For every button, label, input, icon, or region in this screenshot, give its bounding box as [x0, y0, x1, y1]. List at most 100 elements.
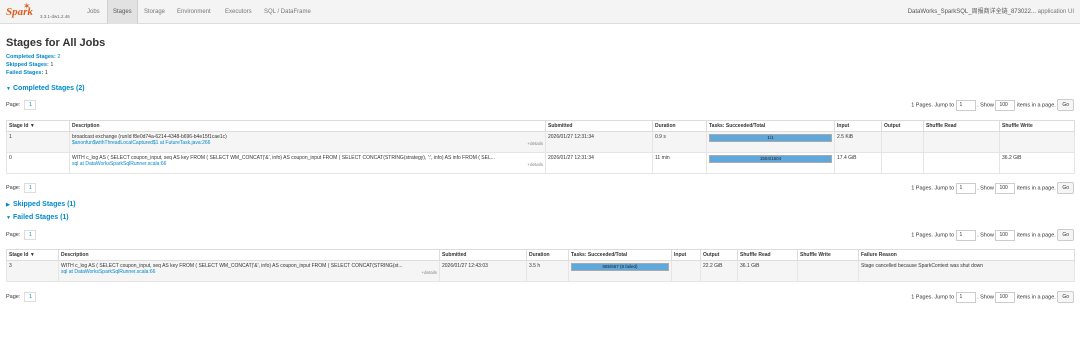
failure-reason: Stage cancelled because SparkContext was…: [858, 260, 1075, 282]
tab-environment[interactable]: Environment: [172, 0, 216, 24]
tasks-cell: 1/1: [706, 131, 835, 153]
col-shuffle-write[interactable]: Shuffle Write: [999, 120, 1075, 132]
stage-id: 1: [6, 131, 70, 153]
col-input[interactable]: Input: [834, 120, 882, 132]
col-description[interactable]: Description: [58, 249, 440, 261]
call-site-link[interactable]: sql at DataWorksSparkSqlRunner.scala:66: [61, 269, 437, 275]
tasks-progress-bar: 1504/1504: [709, 155, 832, 163]
shuffle-write: 36.2 GiB: [999, 152, 1075, 174]
submitted-time: 2026/01/27 12:43:03: [439, 260, 527, 282]
col-stage-id[interactable]: Stage Id ▼: [6, 249, 59, 261]
col-shuffle-read[interactable]: Shuffle Read: [923, 120, 1000, 132]
completed-pager-top-left: Page: 1: [6, 99, 37, 111]
show-label: . Show: [977, 185, 994, 192]
col-submitted[interactable]: Submitted: [545, 120, 653, 132]
col-failure-reason[interactable]: Failure Reason: [858, 249, 1075, 261]
page-size-input[interactable]: 100: [995, 291, 1016, 303]
col-output[interactable]: Output: [881, 120, 924, 132]
submitted-time: 2026/01/27 12:31:34: [545, 131, 653, 153]
col-tasks[interactable]: Tasks: Succeeded/Total: [706, 120, 835, 132]
failed-stages-link[interactable]: Failed Stages:: [6, 70, 43, 76]
page-label: Page:: [6, 232, 21, 238]
jump-to-input[interactable]: 1: [955, 229, 976, 241]
stage-id: 0: [6, 152, 70, 174]
completed-stages-toggle[interactable]: ▼ Completed Stages (2): [6, 85, 85, 92]
tab-stages[interactable]: Stages: [107, 0, 138, 24]
col-duration[interactable]: Duration: [652, 120, 707, 132]
col-description[interactable]: Description: [69, 120, 546, 132]
failed-pager-top-right: 1 Pages. Jump to 1 . Show 100 items in a…: [911, 229, 1074, 241]
page-number-button[interactable]: 1: [24, 182, 37, 193]
app-suffix: application UI: [1037, 9, 1074, 15]
failed-pager-top-left: Page: 1: [6, 229, 37, 241]
brand-name: Spark: [6, 6, 33, 18]
shuffle-read: [923, 152, 1000, 174]
col-shuffle-read[interactable]: Shuffle Read: [737, 249, 798, 261]
skipped-count: 1: [50, 62, 54, 68]
chevron-down-icon: ▼: [6, 215, 11, 221]
details-toggle[interactable]: +details: [421, 270, 437, 275]
tab-storage[interactable]: Storage: [139, 0, 170, 24]
description-cell: WITH c_log AS ( SELECT coupon_input, seq…: [69, 152, 546, 174]
page-number-button[interactable]: 1: [24, 229, 37, 240]
completed-pager-top-right: 1 Pages. Jump to 1 . Show 100 items in a…: [911, 99, 1074, 111]
duration: 11 min: [652, 152, 707, 174]
stage-id: 3: [6, 260, 59, 282]
table-row: 0 WITH c_log AS ( SELECT coupon_input, s…: [6, 152, 1075, 174]
details-toggle[interactable]: +details: [527, 141, 543, 146]
page-number-button[interactable]: 1: [24, 99, 37, 110]
description-cell: broadcast exchange (runId f8e0d74a-6214-…: [69, 131, 546, 153]
spark-version: 3.3.1-dw1.2.46: [40, 14, 70, 19]
top-navbar: ✶ Spark 3.3.1-dw1.2.46 Jobs Stages Stora…: [0, 0, 1080, 24]
page-number-button[interactable]: 1: [24, 291, 37, 302]
tab-jobs[interactable]: Jobs: [82, 0, 105, 24]
summary-failed: Failed Stages: 1: [6, 70, 48, 76]
summary-completed: Completed Stages: 2: [6, 54, 60, 60]
output-size: [881, 152, 924, 174]
page-label: Page:: [6, 185, 21, 191]
call-site-link[interactable]: sql at DataWorksSparkSqlRunner.scala:66: [72, 161, 543, 167]
shuffle-write: [797, 260, 859, 282]
completed-stages-link[interactable]: Completed Stages:: [6, 54, 56, 60]
tasks-count: 1/1: [767, 135, 774, 140]
col-output[interactable]: Output: [700, 249, 738, 261]
col-duration[interactable]: Duration: [526, 249, 569, 261]
col-shuffle-write[interactable]: Shuffle Write: [797, 249, 859, 261]
jump-to-input[interactable]: 1: [955, 182, 976, 194]
table-row: 3 WITH c_log AS ( SELECT coupon_input, s…: [6, 260, 1075, 282]
jump-to-input[interactable]: 1: [955, 291, 976, 303]
input-size: 17.4 GiB: [834, 152, 882, 174]
pages-text: 1 Pages. Jump to: [911, 102, 955, 109]
go-button[interactable]: Go: [1057, 182, 1074, 194]
skipped-stages-link[interactable]: Skipped Stages:: [6, 62, 49, 68]
spark-logo[interactable]: ✶ Spark: [6, 2, 38, 20]
jump-to-input[interactable]: 1: [955, 99, 976, 111]
page-size-input[interactable]: 100: [995, 182, 1016, 194]
col-stage-id[interactable]: Stage Id ▼: [6, 120, 70, 132]
go-button[interactable]: Go: [1057, 229, 1074, 241]
completed-stages-heading: Completed Stages (2): [13, 85, 85, 92]
go-button[interactable]: Go: [1057, 291, 1074, 303]
pages-text: 1 Pages. Jump to: [911, 294, 955, 301]
skipped-stages-toggle[interactable]: ▶ Skipped Stages (1): [6, 201, 76, 208]
shuffle-write: [999, 131, 1075, 153]
col-tasks[interactable]: Tasks: Succeeded/Total: [568, 249, 672, 261]
col-submitted[interactable]: Submitted: [439, 249, 527, 261]
col-input[interactable]: Input: [671, 249, 701, 261]
page-size-input[interactable]: 100: [995, 99, 1016, 111]
tab-sql-dataframe[interactable]: SQL / DataFrame: [259, 0, 316, 24]
failed-stages-toggle[interactable]: ▼ Failed Stages (1): [6, 214, 69, 221]
details-toggle[interactable]: +details: [527, 162, 543, 167]
description-cell: WITH c_log AS ( SELECT coupon_input, seq…: [58, 260, 440, 282]
page-size-input[interactable]: 100: [995, 229, 1016, 241]
tasks-progress-bar: 685/667 (8 failed): [571, 263, 669, 271]
go-button[interactable]: Go: [1057, 99, 1074, 111]
tasks-count: 685/667 (8 failed): [602, 264, 638, 269]
call-site-link[interactable]: $anonfun$withThreadLocalCaptured$1 at Fu…: [72, 140, 543, 146]
failed-pager-bottom-left: Page: 1: [6, 291, 37, 303]
completed-stages-table: Stage Id ▼ Description Submitted Duratio…: [6, 120, 1075, 174]
tasks-cell: 1504/1504: [706, 152, 835, 174]
tab-executors[interactable]: Executors: [220, 0, 257, 24]
pages-text: 1 Pages. Jump to: [911, 185, 955, 192]
duration: 0.9 s: [652, 131, 707, 153]
